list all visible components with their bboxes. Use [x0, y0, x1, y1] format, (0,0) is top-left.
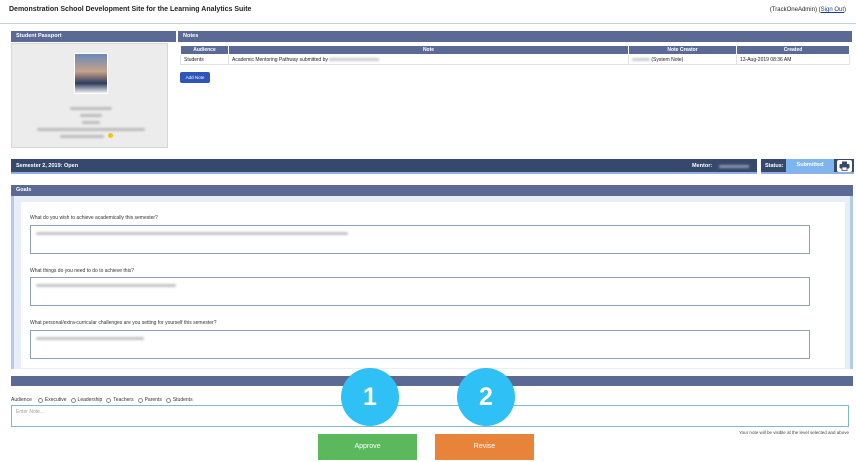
username: (TrackOneAdmin) — [769, 7, 817, 13]
add-note-button[interactable]: Add Note — [180, 72, 210, 83]
goal-question-1: What do you wish to achieve academically… — [30, 215, 158, 221]
print-icon[interactable] — [837, 160, 852, 172]
goal-answer-1[interactable] — [30, 225, 810, 254]
note-text: Academic Mentoring Pathway submitted by — [228, 54, 629, 65]
column-header-note: Note — [228, 45, 629, 55]
blurred-student-name — [70, 107, 112, 110]
blurred-name — [632, 57, 650, 61]
goals-content: What do you wish to achieve academically… — [21, 202, 845, 368]
column-header-note-creator: Note Creator — [628, 45, 737, 55]
blurred-answer-text — [36, 284, 176, 287]
student-photo — [74, 53, 108, 94]
blurred-answer-text — [36, 337, 144, 340]
note-audience: Students — [180, 54, 229, 65]
radio-icon[interactable] — [106, 397, 112, 403]
status-label: Status: — [765, 163, 784, 169]
callout-marker-1: 1 — [341, 368, 399, 426]
mentor-label: Mentor: — [692, 163, 713, 169]
semester-label: Semester 2, 2019: Open — [16, 163, 79, 169]
note-input[interactable]: Enter Note... — [11, 405, 849, 427]
status-badge: Submitted — [786, 159, 834, 172]
column-header-audience: Audience — [180, 45, 229, 55]
goal-question-2: What things do you need to do to achieve… — [30, 268, 134, 274]
radio-icon[interactable] — [137, 397, 143, 403]
audience-option-leadership[interactable]: Leadership — [70, 397, 102, 403]
top-bar: Demonstration School Development Site fo… — [0, 0, 856, 24]
goals-heading: Goals — [11, 185, 853, 196]
audience-selector: Audience Executive Leadership Teachers P… — [11, 397, 197, 403]
audience-option-teachers[interactable]: Teachers — [106, 397, 134, 403]
approve-button[interactable]: Approve — [318, 434, 417, 460]
blurred-detail — [60, 135, 104, 138]
status-box: Status: Submitted — [761, 159, 854, 174]
visibility-hint: Your note will be visible at the level s… — [739, 430, 849, 435]
section-divider — [11, 376, 853, 386]
audience-option-students[interactable]: Students — [165, 397, 193, 403]
blurred-detail — [80, 114, 102, 117]
notes-heading: Notes — [178, 31, 852, 42]
radio-icon[interactable] — [165, 397, 171, 403]
student-passport-heading: Student Passport — [11, 31, 176, 42]
radio-icon[interactable] — [37, 397, 43, 403]
note-created: 13-Aug-2019 08:36 AM — [736, 54, 850, 65]
revise-button[interactable]: Revise — [435, 434, 534, 460]
callout-marker-2: 2 — [457, 368, 515, 426]
radio-icon[interactable] — [70, 397, 76, 403]
note-creator: (System Note) — [628, 54, 737, 65]
goals-panel: What do you wish to achieve academically… — [11, 196, 853, 369]
user-area: (TrackOneAdmin) (Sign Out) — [769, 7, 846, 13]
table-row: Students Academic Mentoring Pathway subm… — [180, 54, 850, 65]
audience-label: Audience — [11, 397, 32, 403]
sign-out-link[interactable]: Sign Out — [821, 7, 844, 13]
semester-bar: Semester 2, 2019: Open Mentor: — [11, 159, 757, 174]
app-title: Demonstration School Development Site fo… — [9, 6, 252, 13]
audience-option-parents[interactable]: Parents — [137, 397, 162, 403]
star-icon — [108, 133, 113, 138]
goal-question-3: What personal/extra-curricular challenge… — [30, 320, 217, 326]
blurred-name — [329, 57, 380, 61]
notes-table: Audience Note Note Creator Created Stude… — [180, 45, 850, 65]
student-passport-card — [11, 43, 168, 148]
blurred-answer-text — [36, 232, 348, 235]
column-header-created: Created — [736, 45, 850, 55]
blurred-mentor-name — [719, 165, 749, 168]
goal-answer-3[interactable] — [30, 330, 810, 359]
goal-answer-2[interactable] — [30, 277, 810, 306]
blurred-detail — [82, 121, 100, 124]
blurred-detail — [37, 128, 145, 131]
audience-option-executive[interactable]: Executive — [37, 397, 67, 403]
